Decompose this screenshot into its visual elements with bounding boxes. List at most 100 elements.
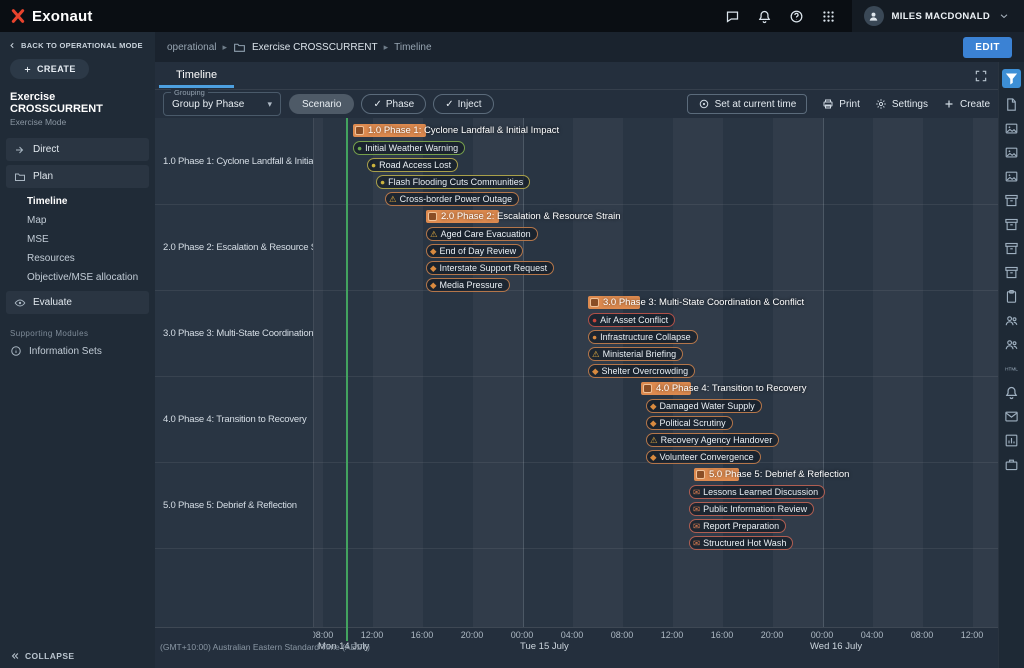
chart-icon[interactable]	[1004, 433, 1019, 448]
tab-bar: Timeline	[155, 62, 998, 90]
document-icon[interactable]	[1004, 97, 1019, 112]
archive-icon[interactable]	[1004, 265, 1019, 280]
inject-chip[interactable]: ◆Political Scrutiny	[646, 416, 733, 430]
action-label: Settings	[892, 99, 928, 110]
group-icon[interactable]	[1004, 313, 1019, 328]
inject-chip[interactable]: ✉Report Preparation	[689, 519, 786, 533]
phase-bar[interactable]	[641, 382, 691, 395]
logo-text: Exonaut	[32, 8, 93, 25]
breadcrumb-root[interactable]: operational	[167, 42, 216, 53]
apps-icon[interactable]	[821, 9, 836, 24]
phase-bar[interactable]	[426, 210, 499, 223]
print-button[interactable]: Print	[822, 98, 860, 110]
bell-icon[interactable]	[1004, 385, 1019, 400]
sidebar-item-timeline[interactable]: Timeline	[0, 192, 155, 211]
clipboard-icon[interactable]	[1004, 289, 1019, 304]
time-tick: 00:00	[811, 630, 834, 640]
inject-chip[interactable]: ✉Structured Hot Wash	[689, 536, 793, 550]
breadcrumb-exercise[interactable]: Exercise CROSSCURRENT	[252, 42, 378, 53]
mail-icon: ✉	[693, 488, 700, 497]
date-label: Wed 16 July	[810, 641, 862, 652]
fullscreen-icon[interactable]	[974, 69, 988, 83]
help-icon[interactable]	[789, 9, 804, 24]
check-icon: ✓	[373, 99, 381, 110]
bell-icon[interactable]	[757, 9, 772, 24]
inject-chip[interactable]: ◆End of Day Review	[426, 244, 523, 258]
inject-chip[interactable]: ✉Lessons Learned Discussion	[689, 485, 825, 499]
inject-label: Ministerial Briefing	[603, 349, 677, 359]
image-icon[interactable]	[1004, 145, 1019, 160]
plus-icon	[23, 65, 32, 74]
edit-button[interactable]: EDIT	[963, 37, 1012, 58]
phase-bar[interactable]	[588, 296, 640, 309]
inject-chip[interactable]: ●Initial Weather Warning	[353, 141, 465, 155]
sidebar-item-map[interactable]: Map	[0, 211, 155, 230]
sidebar-item-direct[interactable]: Direct	[6, 138, 149, 161]
inject-chip[interactable]: ⚠Aged Care Evacuation	[426, 227, 538, 241]
create-button-label: CREATE	[37, 64, 76, 74]
inject-label: Aged Care Evacuation	[441, 229, 531, 239]
back-link-label: BACK TO OPERATIONAL MODE	[21, 41, 143, 50]
briefcase-icon[interactable]	[1004, 457, 1019, 472]
back-to-operational-mode-link[interactable]: BACK TO OPERATIONAL MODE	[0, 32, 155, 54]
filter-icon[interactable]	[1002, 69, 1021, 88]
sidebar-item-resources[interactable]: Resources	[0, 249, 155, 268]
set-at-current-time-button[interactable]: Set at current time	[687, 94, 808, 114]
inject-chip[interactable]: ●Air Asset Conflict	[588, 313, 675, 327]
archive-icon[interactable]	[1004, 241, 1019, 256]
sidebar-item-label: Information Sets	[29, 346, 102, 357]
row-separator	[155, 548, 998, 549]
settings-button[interactable]: Settings	[875, 98, 928, 110]
phase-bar[interactable]	[353, 124, 426, 137]
inject-chip[interactable]: ●Road Access Lost	[367, 158, 458, 172]
warning-icon: ⚠	[430, 230, 438, 239]
sidebar-item-information-sets[interactable]: Information Sets	[0, 341, 155, 361]
inject-label: Public Information Review	[703, 504, 807, 514]
filter-chip-scenario[interactable]: Scenario	[289, 94, 354, 114]
sidebar-menu: Direct Plan TimelineMapMSEResourcesObjecti…	[0, 138, 155, 361]
timeline-plot: 1.0 Phase 1: Cyclone Landfall & Initial …	[313, 118, 998, 627]
grouping-select[interactable]: Grouping Group by Phase ▾	[163, 92, 281, 116]
tab-timeline[interactable]: Timeline	[159, 62, 234, 88]
inject-chip[interactable]: ◆Interstate Support Request	[426, 261, 554, 275]
inject-chip[interactable]: ⚠Ministerial Briefing	[588, 347, 683, 361]
group-icon[interactable]	[1004, 337, 1019, 352]
sidebar-item-label: Evaluate	[33, 297, 72, 308]
inject-chip[interactable]: ●Flash Flooding Cuts Communities	[376, 175, 530, 189]
archive-icon[interactable]	[1004, 217, 1019, 232]
inject-chip[interactable]: ⚠Cross-border Power Outage	[385, 192, 519, 206]
create-button[interactable]: Create	[943, 98, 990, 110]
phase-bar[interactable]	[694, 468, 739, 481]
filter-chip-inject[interactable]: ✓Inject	[433, 94, 493, 114]
date-row: Mon 14 JulyTue 15 JulyWed 16 July	[313, 641, 998, 654]
filter-chip-phase[interactable]: ✓Phase	[361, 94, 426, 114]
create-button[interactable]: CREATE	[10, 59, 89, 79]
check-icon: ✓	[445, 99, 453, 110]
html-icon[interactable]: HTML	[1004, 361, 1019, 376]
inject-chip[interactable]: ✉Public Information Review	[689, 502, 814, 516]
time-tick: 08:00	[611, 630, 634, 640]
mail-icon[interactable]	[1004, 409, 1019, 424]
inject-chip[interactable]: ◆Media Pressure	[426, 278, 510, 292]
user-menu[interactable]: MILES MACDONALD	[852, 0, 1024, 32]
arrow-left-icon	[8, 41, 17, 50]
archive-icon[interactable]	[1004, 193, 1019, 208]
inject-chip[interactable]: ⚠Recovery Agency Handover	[646, 433, 779, 447]
sidebar-item-plan[interactable]: Plan	[6, 165, 149, 188]
image-icon[interactable]	[1004, 169, 1019, 184]
filter-chips: Scenario ✓Phase ✓Inject	[289, 94, 494, 114]
app-logo: Exonaut	[10, 8, 93, 25]
inject-chip[interactable]: ●Infrastructure Collapse	[588, 330, 698, 344]
folder-icon	[233, 41, 246, 54]
sidebar-item-objective-mse-allocation[interactable]: Objective/MSE allocation	[0, 268, 155, 287]
sidebar-item-evaluate[interactable]: Evaluate	[6, 291, 149, 314]
image-icon[interactable]	[1004, 121, 1019, 136]
chat-icon[interactable]	[725, 9, 740, 24]
inject-label: Damaged Water Supply	[660, 401, 755, 411]
collapse-button[interactable]: COLLAPSE	[10, 651, 74, 661]
inject-chip[interactable]: ◆Volunteer Convergence	[646, 450, 761, 464]
inject-chip[interactable]: ◆Damaged Water Supply	[646, 399, 762, 413]
sidebar-item-mse[interactable]: MSE	[0, 230, 155, 249]
inject-label: Volunteer Convergence	[660, 452, 754, 462]
inject-chip[interactable]: ◆Shelter Overcrowding	[588, 364, 695, 378]
